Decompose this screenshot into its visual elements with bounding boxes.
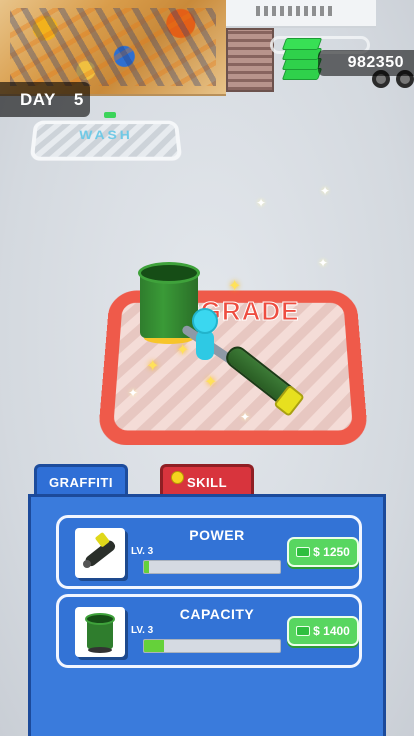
sparkle-icon: ✦	[240, 410, 251, 424]
sparkle-icon: ✦	[256, 196, 267, 210]
cash-icon	[296, 547, 311, 557]
upgrade-progress-fill	[144, 561, 150, 573]
day-number: 5	[73, 89, 84, 109]
cash-counter: 982350	[318, 50, 414, 76]
upgrade-progress-fill	[144, 640, 165, 652]
fence-crate	[226, 28, 274, 92]
upgrade-card-power: POWER LV. 3 $ 1250	[56, 515, 362, 589]
buy-price: $ 1250	[313, 545, 350, 559]
upgrade-progress-bar	[143, 560, 281, 574]
tab-skill-label: SKILL	[186, 475, 228, 490]
tab-graffiti[interactable]: GRAFFITI	[34, 464, 128, 498]
upgrade-level: LV. 3	[131, 625, 154, 636]
day-label: DAY	[20, 89, 56, 109]
upgrade-title: POWER	[189, 527, 245, 543]
buy-price: $ 1400	[313, 624, 350, 638]
buy-power-button[interactable]: $ 1250	[287, 537, 359, 567]
sparkle-icon: ✦	[128, 386, 139, 400]
sparkle-icon: ✦	[146, 358, 160, 375]
wash-label: WASH	[78, 127, 134, 142]
cash-icon	[296, 626, 311, 636]
notification-dot-icon	[171, 471, 184, 484]
player-character	[188, 308, 220, 368]
tab-skill[interactable]: SKILL	[160, 464, 254, 498]
sparkle-icon: ✦	[228, 278, 242, 295]
upgrade-progress-bar	[143, 639, 281, 653]
upgrade-level: LV. 3	[131, 546, 154, 557]
spray-gun-icon	[75, 528, 125, 578]
buy-capacity-button[interactable]: $ 1400	[287, 616, 359, 646]
sparkle-icon: ✦	[176, 342, 190, 359]
sparkle-icon: ✦	[320, 184, 331, 198]
paint-bin-icon	[75, 607, 125, 657]
sparkle-icon: ✦	[204, 374, 218, 391]
wash-marker-icon	[104, 112, 116, 118]
tab-graffiti-label: GRAFFITI	[49, 475, 113, 490]
back-panel	[226, 0, 376, 28]
wash-zone: WASH	[29, 120, 183, 161]
sparkle-icon: ✦	[318, 256, 329, 270]
upgrade-title: CAPACITY	[179, 606, 255, 622]
upgrade-panel: POWER LV. 3 $ 1250 CAPACITY LV. 3 $ 1400	[28, 494, 386, 736]
upgrade-card-capacity: CAPACITY LV. 3 $ 1400	[56, 594, 362, 668]
day-counter: DAY 5	[0, 82, 90, 117]
cash-value: 982350	[347, 54, 404, 71]
